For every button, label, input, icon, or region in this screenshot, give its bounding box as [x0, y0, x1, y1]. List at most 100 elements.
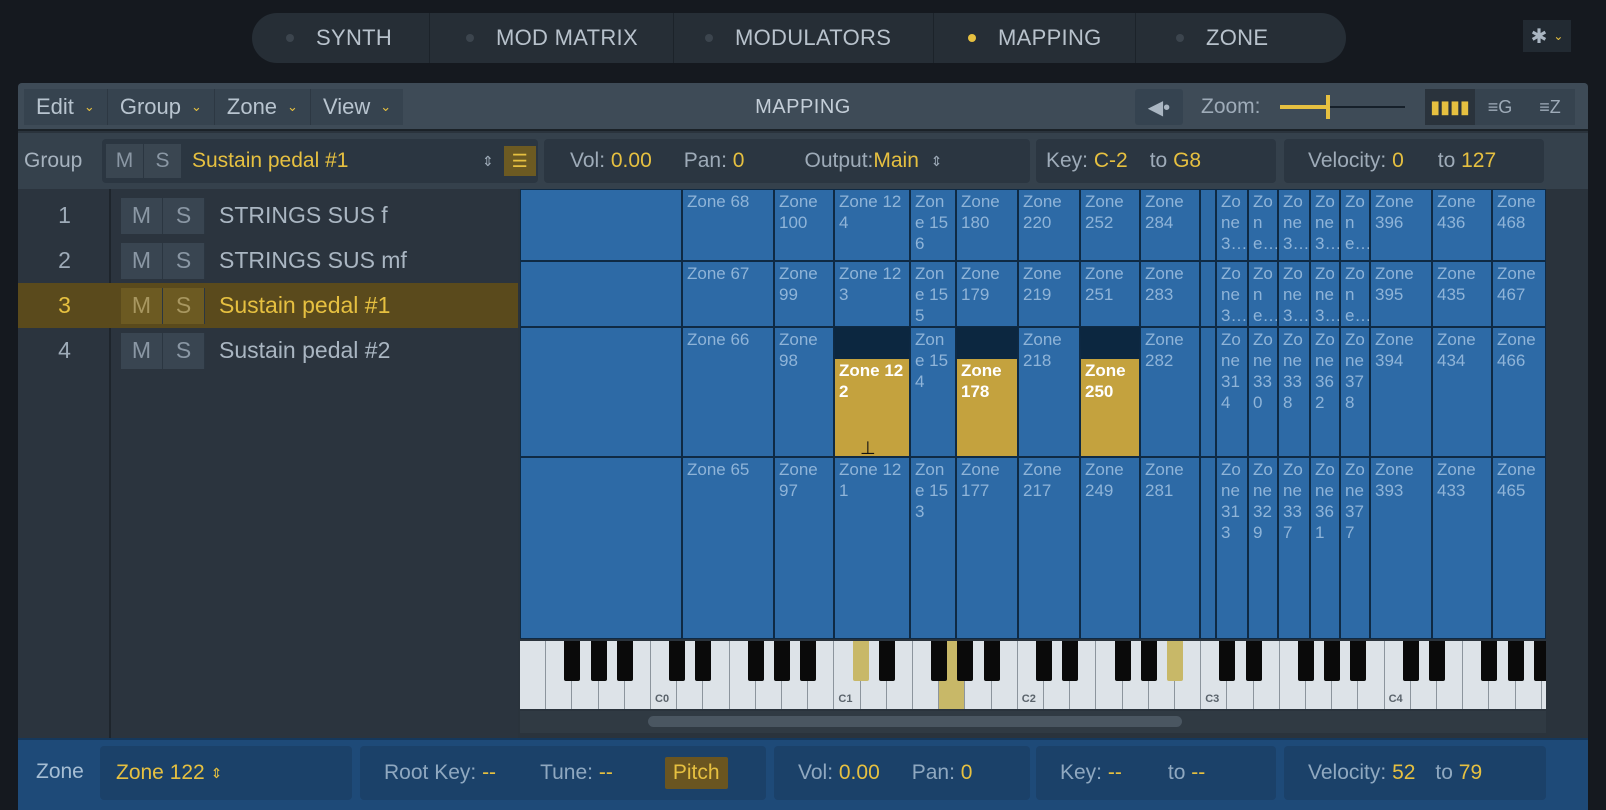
black-key[interactable]: [1062, 641, 1079, 681]
zone-cell[interactable]: Zone 68: [682, 189, 774, 261]
zone-cell[interactable]: Zone 219: [1018, 261, 1080, 327]
settings-button[interactable]: ✱ ⌄: [1523, 20, 1571, 52]
group-row[interactable]: 2 M S STRINGS SUS mf: [18, 238, 518, 283]
zone-cell[interactable]: Zone 465: [1492, 457, 1546, 639]
group-vel-low[interactable]: 0: [1392, 149, 1404, 173]
zone-cell[interactable]: Zone 468: [1492, 189, 1546, 261]
zone-cell[interactable]: Zone 178: [956, 327, 1018, 457]
black-key[interactable]: [774, 641, 790, 681]
group-list-toggle-icon[interactable]: ☰: [503, 146, 536, 176]
group-name-dropdown[interactable]: Sustain pedal #1: [192, 149, 482, 173]
zone-cell[interactable]: Zone 3…: [1278, 261, 1310, 327]
zone-key-low[interactable]: --: [1108, 761, 1122, 785]
black-key[interactable]: [1219, 641, 1236, 681]
zoom-slider[interactable]: [1280, 95, 1405, 119]
zone-cell-empty[interactable]: [1200, 327, 1216, 457]
zone-cell-empty[interactable]: [1200, 261, 1216, 327]
zone-cell-empty[interactable]: [520, 457, 682, 639]
black-key[interactable]: [957, 641, 974, 681]
zone-cell[interactable]: Zone 249: [1080, 457, 1140, 639]
group-vel-high[interactable]: 127: [1461, 149, 1496, 173]
zone-cell[interactable]: Zone 156: [910, 189, 956, 261]
zone-cell-empty[interactable]: [520, 261, 682, 327]
zone-cell[interactable]: Zone 377: [1340, 457, 1370, 639]
zone-cell[interactable]: Zone 329: [1248, 457, 1278, 639]
black-key[interactable]: [878, 641, 895, 681]
tab-mapping[interactable]: MAPPING: [934, 13, 1136, 63]
zone-cell[interactable]: Zone 337: [1278, 457, 1310, 639]
audition-button[interactable]: ◀•: [1135, 89, 1183, 125]
zone-cell[interactable]: Zone 3…: [1216, 189, 1248, 261]
black-key[interactable]: [1429, 641, 1445, 681]
group-row[interactable]: 3 M S Sustain pedal #1: [18, 283, 518, 328]
zone-cell-empty[interactable]: [520, 189, 682, 261]
black-key[interactable]: [747, 641, 764, 681]
menu-zone[interactable]: Zone ⌄: [215, 89, 311, 125]
group-row-mute-button[interactable]: M: [121, 242, 163, 279]
zone-cell[interactable]: Zone…: [1248, 189, 1278, 261]
zone-cell[interactable]: Zone 434: [1432, 327, 1492, 457]
black-key[interactable]: [590, 641, 607, 681]
stepper-icon[interactable]: ⇕: [482, 153, 494, 170]
white-key[interactable]: [520, 641, 547, 709]
black-key[interactable]: [669, 641, 686, 681]
group-row-mute-button[interactable]: M: [121, 197, 163, 234]
black-key[interactable]: [1533, 641, 1546, 681]
zone-cell[interactable]: Zone 435: [1432, 261, 1492, 327]
zone-cell[interactable]: Zone 122: [834, 327, 910, 457]
piano-keyboard[interactable]: C0 C1 C2 C3 C4: [520, 641, 1546, 709]
group-row-solo-button[interactable]: S: [163, 332, 205, 369]
black-key[interactable]: [1481, 641, 1498, 681]
zone-cell[interactable]: Zone 396: [1370, 189, 1432, 261]
zone-root-key[interactable]: --: [482, 761, 496, 785]
horizontal-scrollbar[interactable]: [520, 711, 1546, 733]
black-key[interactable]: [695, 641, 712, 681]
zone-cell[interactable]: Zone 283: [1140, 261, 1200, 327]
zone-cell[interactable]: Zone 155: [910, 261, 956, 327]
zone-cell[interactable]: Zone 282: [1140, 327, 1200, 457]
pitch-button[interactable]: Pitch: [664, 757, 728, 789]
black-key[interactable]: [1350, 641, 1367, 681]
zone-cell[interactable]: Zone 177: [956, 457, 1018, 639]
zone-cell[interactable]: Zone 378: [1340, 327, 1370, 457]
zone-cell[interactable]: Zone 154: [910, 327, 956, 457]
zone-cell[interactable]: Zone 3…: [1216, 261, 1248, 327]
group-row-solo-button[interactable]: S: [163, 242, 205, 279]
group-row-mute-button[interactable]: M: [121, 332, 163, 369]
group-row-solo-button[interactable]: S: [163, 197, 205, 234]
zone-cell[interactable]: Zone 362: [1310, 327, 1340, 457]
black-key[interactable]: [1036, 641, 1052, 681]
group-pan-value[interactable]: 0: [733, 149, 745, 173]
black-key[interactable]: [983, 641, 1000, 681]
zone-cell[interactable]: Zone 252: [1080, 189, 1140, 261]
zone-cell-empty[interactable]: [1200, 457, 1216, 639]
group-row[interactable]: 1 M S STRINGS SUS f: [18, 193, 518, 238]
zone-cell[interactable]: Zone 153: [910, 457, 956, 639]
zone-cell-empty[interactable]: [520, 327, 682, 457]
zone-vel-low[interactable]: 52: [1392, 761, 1415, 785]
zone-cell[interactable]: Zone 250: [1080, 327, 1140, 457]
zone-cell[interactable]: Zone 395: [1370, 261, 1432, 327]
group-row-solo-button[interactable]: S: [163, 287, 205, 324]
zone-cell[interactable]: Zone 467: [1492, 261, 1546, 327]
group-row-mute-button[interactable]: M: [121, 287, 163, 324]
zone-cell[interactable]: Zone 179: [956, 261, 1018, 327]
zone-cell[interactable]: Zone 3…: [1310, 189, 1340, 261]
tab-modulators[interactable]: MODULATORS: [674, 13, 934, 63]
zone-cell[interactable]: Zone 338: [1278, 327, 1310, 457]
zone-cell[interactable]: Zone…: [1340, 261, 1370, 327]
zone-cell[interactable]: Zone 251: [1080, 261, 1140, 327]
zone-vol-value[interactable]: 0.00: [839, 761, 880, 785]
zone-cell[interactable]: Zone 361: [1310, 457, 1340, 639]
zone-cell-empty[interactable]: [1200, 189, 1216, 261]
black-key[interactable]: [616, 641, 633, 681]
black-key[interactable]: [1245, 641, 1262, 681]
zone-cell[interactable]: Zone…: [1248, 261, 1278, 327]
zone-cell[interactable]: Zone 97: [774, 457, 834, 639]
group-mute-button[interactable]: M: [106, 144, 144, 178]
zone-cell[interactable]: Zone 180: [956, 189, 1018, 261]
black-key[interactable]: [852, 641, 869, 681]
zone-cell[interactable]: Zone 393: [1370, 457, 1432, 639]
zone-cell[interactable]: Zone 466: [1492, 327, 1546, 457]
zone-cell[interactable]: Zone 100: [774, 189, 834, 261]
